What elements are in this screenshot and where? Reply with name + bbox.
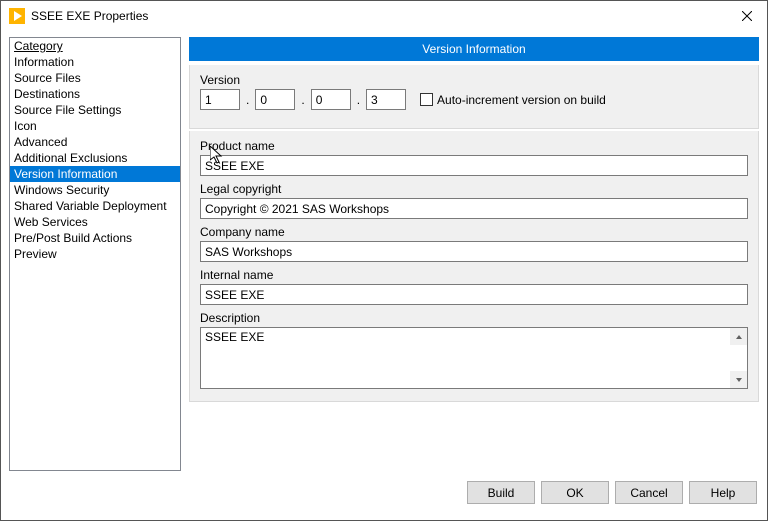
description-textarea[interactable]: SSEE EXE <box>200 327 748 389</box>
auto-increment-checkbox[interactable] <box>420 93 433 106</box>
internal-name-input[interactable] <box>200 284 748 305</box>
sidebar-item-pre-post-build-actions[interactable]: Pre/Post Build Actions <box>10 230 180 246</box>
help-button[interactable]: Help <box>689 481 757 504</box>
sidebar-item-source-file-settings[interactable]: Source File Settings <box>10 102 180 118</box>
category-sidebar: Category Information Source Files Destin… <box>9 37 181 471</box>
version-dot: . <box>355 93 362 107</box>
sidebar-item-advanced[interactable]: Advanced <box>10 134 180 150</box>
version-minor-input[interactable] <box>255 89 295 110</box>
sidebar-item-windows-security[interactable]: Windows Security <box>10 182 180 198</box>
version-patch-input[interactable] <box>311 89 351 110</box>
close-button[interactable] <box>727 1 767 31</box>
section-header: Version Information <box>189 37 759 61</box>
app-icon <box>9 8 25 24</box>
legal-copyright-label: Legal copyright <box>200 182 748 196</box>
sidebar-item-destinations[interactable]: Destinations <box>10 86 180 102</box>
main-panel: Version Information Version . . . Auto-i… <box>189 37 759 471</box>
company-name-input[interactable] <box>200 241 748 262</box>
sidebar-item-preview[interactable]: Preview <box>10 246 180 262</box>
sidebar-item-web-services[interactable]: Web Services <box>10 214 180 230</box>
version-major-input[interactable] <box>200 89 240 110</box>
product-name-label: Product name <box>200 139 748 153</box>
company-name-label: Company name <box>200 225 748 239</box>
version-dot: . <box>299 93 306 107</box>
sidebar-item-source-files[interactable]: Source Files <box>10 70 180 86</box>
sidebar-item-version-information[interactable]: Version Information <box>10 166 180 182</box>
titlebar: SSEE EXE Properties <box>1 1 767 31</box>
description-label: Description <box>200 311 748 325</box>
sidebar-item-icon[interactable]: Icon <box>10 118 180 134</box>
cancel-button[interactable]: Cancel <box>615 481 683 504</box>
sidebar-item-information[interactable]: Information <box>10 54 180 70</box>
button-row: Build OK Cancel Help <box>1 475 767 514</box>
version-dot: . <box>244 93 251 107</box>
sidebar-header: Category <box>10 38 180 54</box>
window-title: SSEE EXE Properties <box>31 9 148 23</box>
scroll-up-arrow[interactable] <box>730 328 747 345</box>
sidebar-item-additional-exclusions[interactable]: Additional Exclusions <box>10 150 180 166</box>
product-name-input[interactable] <box>200 155 748 176</box>
build-button[interactable]: Build <box>467 481 535 504</box>
version-label: Version <box>200 73 748 87</box>
legal-copyright-input[interactable] <box>200 198 748 219</box>
internal-name-label: Internal name <box>200 268 748 282</box>
scroll-down-arrow[interactable] <box>730 371 747 388</box>
sidebar-item-shared-variable-deployment[interactable]: Shared Variable Deployment <box>10 198 180 214</box>
ok-button[interactable]: OK <box>541 481 609 504</box>
description-content: SSEE EXE <box>201 328 747 346</box>
auto-increment-label: Auto-increment version on build <box>437 93 606 107</box>
version-build-input[interactable] <box>366 89 406 110</box>
auto-increment-checkbox-wrap[interactable]: Auto-increment version on build <box>420 93 606 107</box>
